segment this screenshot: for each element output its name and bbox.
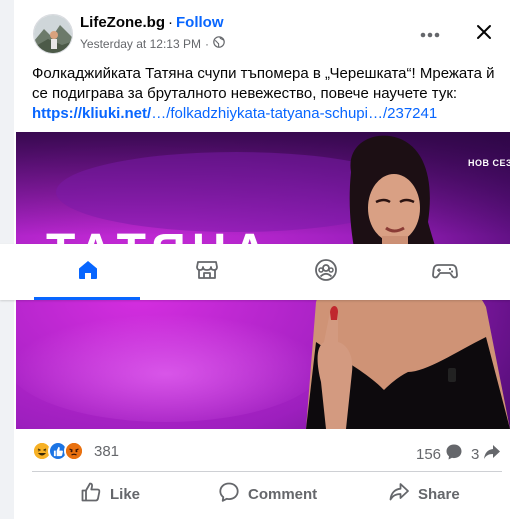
nav-active-indicator xyxy=(34,297,140,300)
page-name-line: LifeZone.bg · Follow xyxy=(80,14,224,31)
comment-bubble-icon xyxy=(445,443,463,465)
share-arrow-icon xyxy=(483,443,501,465)
shares-number: 3 xyxy=(471,445,480,463)
facebook-post: LifeZone.bg · Follow Yesterday at 12:13 PM… xyxy=(0,0,510,519)
page-name-link[interactable]: LifeZone.bg xyxy=(80,14,165,31)
close-icon xyxy=(476,24,492,45)
post-meta: Yesterday at 12:13 PM · xyxy=(80,36,225,51)
name-separator: · xyxy=(168,14,173,31)
post-body: Фолкаджийката Татяна счупи тъпомера в „Ч… xyxy=(32,65,495,102)
gaming-icon xyxy=(431,258,458,287)
comment-button[interactable]: Comment xyxy=(218,476,317,512)
link-path: …/folkadzhiykata-tatyana-schupi…/237241 xyxy=(151,105,438,122)
comments-count[interactable]: 156 xyxy=(416,443,463,465)
navigation-bar xyxy=(0,244,510,300)
nav-gaming[interactable] xyxy=(391,244,498,300)
groups-icon xyxy=(314,258,338,287)
post-stats: 381 156 3 xyxy=(32,440,502,465)
page-avatar[interactable] xyxy=(33,14,73,54)
follow-button[interactable]: Follow xyxy=(176,14,224,31)
home-icon xyxy=(76,258,100,287)
share-icon xyxy=(388,481,410,507)
close-button[interactable] xyxy=(470,20,498,48)
media-badge: НОВ СЕЗОН xyxy=(468,158,510,168)
share-label: Share xyxy=(418,485,460,503)
stats-divider xyxy=(32,471,502,472)
globe-icon xyxy=(213,36,225,51)
thumbs-up-icon xyxy=(80,481,102,507)
angry-icon xyxy=(64,441,84,461)
comment-icon xyxy=(218,481,240,507)
comment-label: Comment xyxy=(248,485,318,503)
post-header: LifeZone.bg · Follow Yesterday at 12:13 PM… xyxy=(30,12,500,56)
like-label: Like xyxy=(110,485,141,503)
reaction-icons[interactable] xyxy=(32,441,84,461)
shares-count[interactable]: 3 xyxy=(471,443,501,465)
share-button[interactable]: Share xyxy=(388,476,460,512)
more-dots-icon xyxy=(420,25,440,43)
nav-groups[interactable] xyxy=(272,244,379,300)
post-actions: Like Comment Share xyxy=(32,476,502,512)
nav-home[interactable] xyxy=(34,244,141,300)
post-text: Фолкаджийката Татяна счупи тъпомера в „Ч… xyxy=(32,64,502,124)
comments-number: 156 xyxy=(416,445,442,463)
post-link[interactable]: https://kliuki.net/…/folkadzhiykata-taty… xyxy=(32,105,437,122)
reaction-count[interactable]: 381 xyxy=(94,443,119,460)
like-button[interactable]: Like xyxy=(80,476,140,512)
link-domain: https://kliuki.net/ xyxy=(32,105,152,122)
post-timestamp[interactable]: Yesterday at 12:13 PM xyxy=(80,37,201,51)
nav-marketplace[interactable] xyxy=(153,244,260,300)
meta-separator: · xyxy=(204,36,209,51)
more-options-button[interactable] xyxy=(415,22,445,46)
marketplace-icon xyxy=(195,258,219,287)
